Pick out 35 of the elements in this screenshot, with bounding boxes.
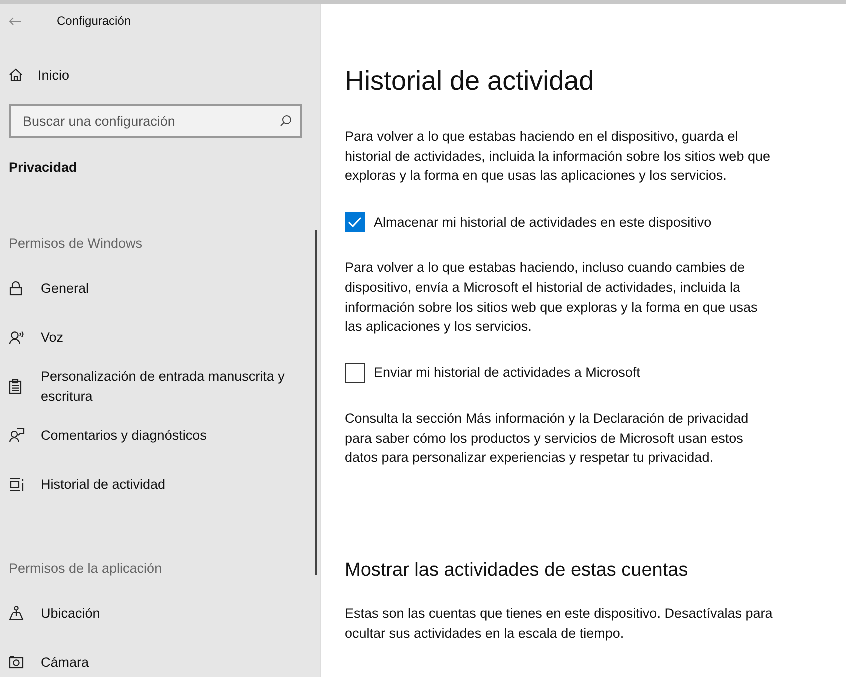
nav-item[interactable]: Voz: [0, 313, 320, 362]
section-heading: Mostrar las actividades de estas cuentas: [345, 560, 688, 582]
checkmark-icon: [348, 216, 362, 228]
group-header: Permisos de la aplicación: [9, 561, 164, 578]
description-text: Para volver a lo que estabas haciendo, incluso cuando cambies de dispositivo, envía a Microsoft el historial de actividades, incluida la información sobre los sitios web que exploras y la forma en que usas las aplicaciones y los servicios.: [345, 259, 759, 336]
search-field[interactable]: Buscar una configuración: [9, 104, 302, 138]
lock-icon: [9, 281, 23, 296]
location-icon: [9, 606, 24, 621]
speaking-person-icon: [9, 330, 25, 344]
section-title: Privacidad: [9, 160, 78, 177]
checkbox-label: Almacenar mi historial de actividades en este dispositivo: [374, 214, 712, 230]
home-icon: [9, 68, 23, 82]
home-nav-item[interactable]: Inicio: [9, 60, 320, 90]
checkbox[interactable]: [345, 212, 365, 232]
nav-item[interactable]: General: [0, 264, 320, 313]
window-title: Configuración: [57, 14, 132, 28]
person-speech-bubble-icon: [9, 428, 25, 443]
group-header: Permisos de Windows: [9, 236, 144, 253]
nav-item[interactable]: Personalización de entrada manuscrita y escritura: [0, 362, 320, 411]
search-icon: [280, 115, 292, 127]
nav-item[interactable]: Cámara: [0, 638, 320, 677]
description-text: Para volver a lo que estabas haciendo en el dispositivo, guarda el historial de actividades, incluida la información sobre los sitios web que exploras y la forma en que usas las aplicaciones y los servicios.: [345, 128, 772, 186]
back-arrow-icon[interactable]: [9, 16, 21, 26]
clipboard-icon: [9, 379, 22, 394]
camera-icon: [9, 656, 24, 669]
checkbox[interactable]: [345, 362, 365, 383]
timeline-icon: [9, 478, 25, 492]
description-text: Estas son las cuentas que tienes en este dispositivo. Desactívalas para ocultar sus actividades en la escala de tiempo.: [345, 605, 774, 643]
description-text: Consulta la sección Más información y la Declaración de privacidad para saber cómo los productos y servicios de Microsoft usan estos datos para personalizar experiencias y respetar tu privacidad.: [345, 410, 750, 468]
checkbox-label: Enviar mi historial de actividades a Microsoft: [374, 365, 640, 380]
nav-item[interactable]: Comentarios y diagnósticos: [0, 411, 320, 460]
nav-item[interactable]: Historial de actividad: [0, 460, 320, 509]
page-title: Historial de actividad: [345, 66, 594, 98]
scrollbar[interactable]: [315, 230, 317, 575]
nav-item[interactable]: Ubicación: [0, 589, 320, 638]
